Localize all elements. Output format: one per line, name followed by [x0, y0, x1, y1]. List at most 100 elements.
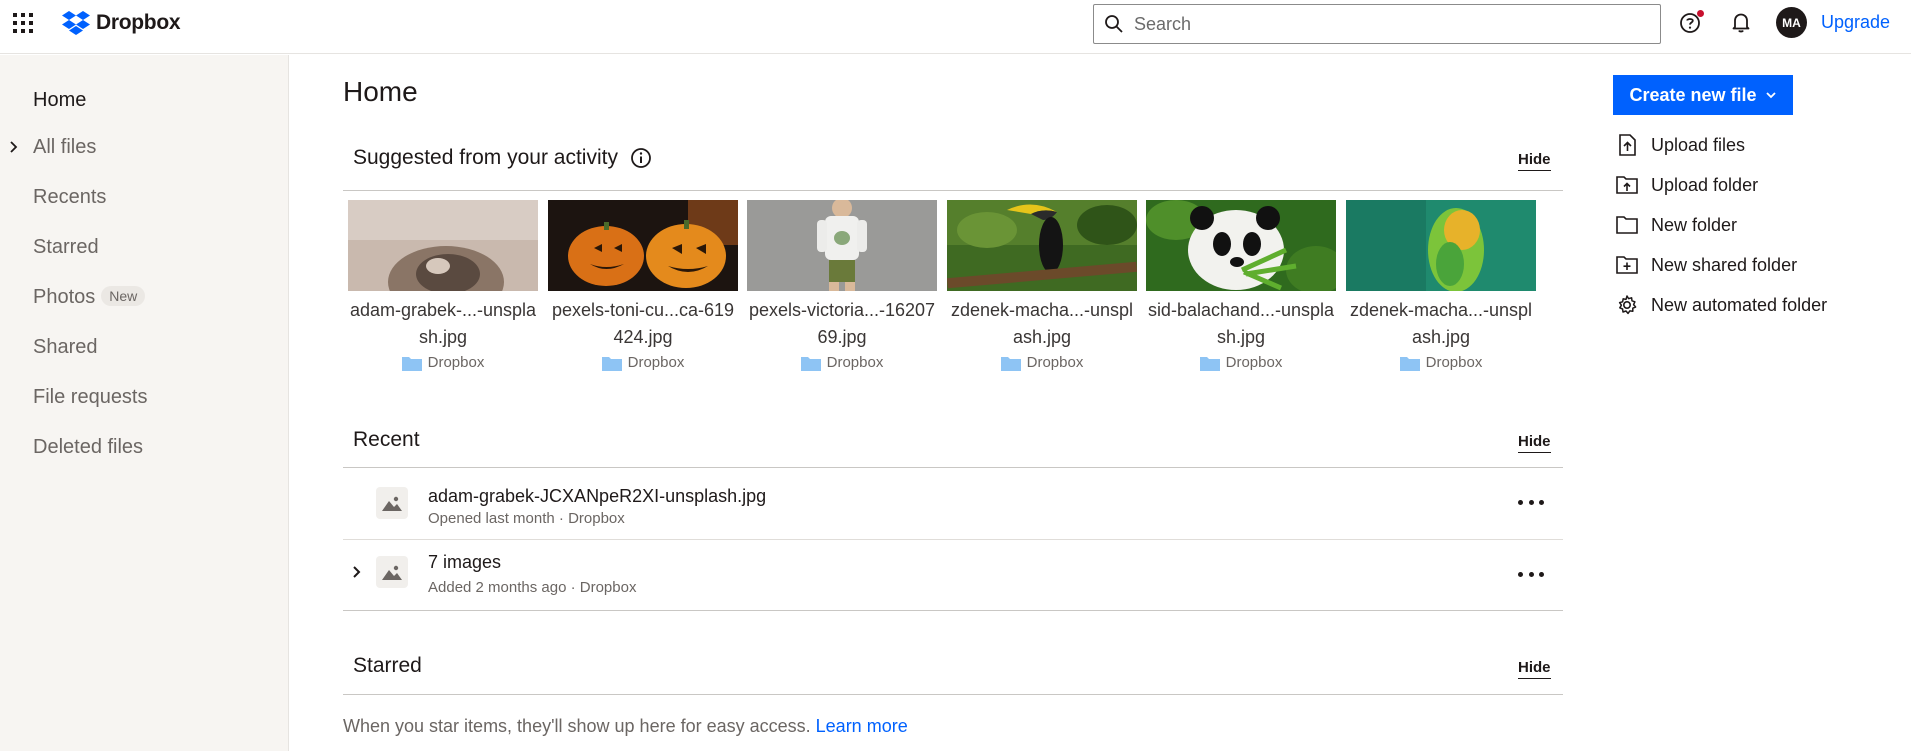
- suggested-file-card[interactable]: sid-balachand...-unsplash.jpg Dropbox: [1146, 200, 1336, 371]
- chevron-down-icon: [1765, 92, 1776, 99]
- upload-file-icon: [1619, 134, 1636, 156]
- dropbox-logo[interactable]: Dropbox: [62, 8, 181, 38]
- upload-folder-action[interactable]: Upload folder: [1615, 173, 1758, 197]
- new-automated-folder-action[interactable]: New automated folder: [1615, 293, 1827, 317]
- suggested-file-card[interactable]: pexels-toni-cu...ca-619424.jpg Dropbox: [548, 200, 738, 371]
- recent-group-row[interactable]: 7 images Added 2 months ago · Dropbox: [343, 540, 1563, 610]
- file-location: Dropbox: [348, 354, 538, 371]
- sidebar-item-home[interactable]: Home: [33, 89, 86, 112]
- divider: [343, 190, 1563, 191]
- folder-icon: [1000, 356, 1021, 371]
- suggested-heading: Suggested from your activity: [353, 146, 652, 170]
- more-options-icon[interactable]: [1518, 564, 1544, 584]
- create-new-file-button[interactable]: Create new file: [1613, 75, 1793, 115]
- file-name: sid-balachand...-unsplash.jpg: [1147, 300, 1335, 347]
- recent-hide-button[interactable]: Hide: [1518, 433, 1551, 453]
- more-options-icon[interactable]: [1518, 492, 1544, 512]
- sidebar-item-all-files[interactable]: All files: [33, 136, 96, 159]
- file-name: adam-grabek-...-unsplash.jpg: [349, 300, 537, 347]
- app-grid-icon[interactable]: [13, 13, 33, 33]
- suggested-file-card[interactable]: pexels-victoria...-1620769.jpg Dropbox: [747, 200, 937, 371]
- suggested-file-card[interactable]: zdenek-macha...-unsplash.jpg Dropbox: [1346, 200, 1536, 371]
- logo-text: Dropbox: [96, 11, 181, 34]
- file-location: Dropbox: [548, 354, 738, 371]
- location-label: Dropbox: [826, 354, 884, 371]
- file-thumbnail: [1346, 200, 1536, 291]
- divider: [343, 610, 1563, 611]
- image-file-icon: [376, 556, 408, 588]
- starred-hide-button[interactable]: Hide: [1518, 659, 1551, 679]
- recent-title: Recent: [353, 428, 420, 451]
- help-button[interactable]: [1678, 10, 1704, 36]
- folder-icon: [1199, 356, 1220, 371]
- learn-more-link[interactable]: Learn more: [816, 716, 908, 736]
- starred-title: Starred: [353, 654, 422, 677]
- group-meta: Added 2 months ago · Dropbox: [428, 579, 637, 596]
- sidebar-item-recents[interactable]: Recents: [33, 186, 106, 209]
- search-box[interactable]: [1093, 4, 1661, 44]
- action-label: Upload files: [1651, 134, 1746, 155]
- file-name: adam-grabek-JCXANpeR2XI-unsplash.jpg: [428, 486, 767, 506]
- folder-icon: [800, 356, 821, 371]
- page-title: Home: [343, 76, 418, 107]
- file-name: zdenek-macha...-unsplash.jpg: [950, 300, 1134, 347]
- sidebar-item-shared[interactable]: Shared: [33, 336, 98, 359]
- folder-icon: [1399, 356, 1420, 371]
- upgrade-link[interactable]: Upgrade: [1821, 12, 1890, 33]
- empty-text: When you star items, they'll show up her…: [343, 716, 811, 736]
- suggested-file-card[interactable]: adam-grabek-...-unsplash.jpg Dropbox: [348, 200, 538, 371]
- action-label: New automated folder: [1651, 294, 1828, 315]
- starred-heading: Starred: [353, 654, 422, 678]
- info-icon[interactable]: [630, 147, 652, 169]
- recent-file-row[interactable]: adam-grabek-JCXANpeR2XI-unsplash.jpg Ope…: [343, 468, 1563, 539]
- upload-files-action[interactable]: Upload files: [1615, 133, 1745, 157]
- divider: [343, 694, 1563, 695]
- search-input[interactable]: [1134, 13, 1634, 35]
- file-name: zdenek-macha...-unsplash.jpg: [1349, 300, 1533, 347]
- new-shared-folder-action[interactable]: New shared folder: [1615, 253, 1797, 277]
- bell-icon: [1732, 13, 1750, 33]
- location-label: Dropbox: [1026, 354, 1084, 371]
- upload-folder-icon: [1616, 176, 1638, 194]
- file-thumbnail: [348, 200, 538, 291]
- sidebar-item-file-requests[interactable]: File requests: [33, 386, 148, 409]
- location-label: Dropbox: [1425, 354, 1483, 371]
- sidebar-item-starred[interactable]: Starred: [33, 236, 99, 259]
- notification-dot: [1697, 10, 1704, 17]
- file-name: pexels-toni-cu...ca-619424.jpg: [551, 300, 735, 347]
- new-folder-action[interactable]: New folder: [1615, 213, 1737, 237]
- folder-icon: [1616, 216, 1638, 234]
- suggested-hide-button[interactable]: Hide: [1518, 151, 1551, 171]
- file-thumbnail: [548, 200, 738, 291]
- sidebar: Home All files Recents Starred Photos New…: [0, 55, 289, 751]
- shared-folder-icon: [1616, 256, 1638, 274]
- sidebar-item-deleted-files[interactable]: Deleted files: [33, 436, 143, 459]
- location-label: Dropbox: [627, 354, 685, 371]
- recent-heading: Recent: [353, 428, 420, 452]
- file-location: Dropbox: [947, 354, 1137, 371]
- new-badge: New: [101, 286, 146, 306]
- create-button-label: Create new file: [1629, 84, 1757, 105]
- image-file-icon: [376, 487, 408, 519]
- file-location: Dropbox: [1346, 354, 1536, 371]
- action-label: New shared folder: [1651, 254, 1798, 275]
- location-label: Dropbox: [1225, 354, 1283, 371]
- file-location: Dropbox: [1146, 354, 1336, 371]
- starred-empty-message: When you star items, they'll show up her…: [343, 716, 908, 737]
- file-location: Dropbox: [747, 354, 937, 371]
- search-icon: [1105, 15, 1123, 33]
- chevron-right-icon[interactable]: [8, 139, 20, 155]
- action-label: Upload folder: [1651, 174, 1759, 195]
- group-name: 7 images: [428, 552, 502, 572]
- suggested-title: Suggested from your activity: [353, 146, 618, 169]
- notifications-button[interactable]: [1729, 10, 1755, 36]
- location-label: Dropbox: [427, 354, 485, 371]
- avatar[interactable]: MA: [1776, 7, 1807, 38]
- dropbox-logo-icon: [62, 11, 90, 35]
- suggested-file-card[interactable]: zdenek-macha...-unsplash.jpg Dropbox: [947, 200, 1137, 371]
- sidebar-item-photos[interactable]: Photos New: [33, 286, 146, 309]
- file-meta: Opened last month · Dropbox: [428, 510, 625, 527]
- action-label: New folder: [1651, 214, 1738, 235]
- chevron-right-icon[interactable]: [351, 564, 363, 580]
- top-bar: Dropbox MA Upgrade: [0, 0, 1911, 54]
